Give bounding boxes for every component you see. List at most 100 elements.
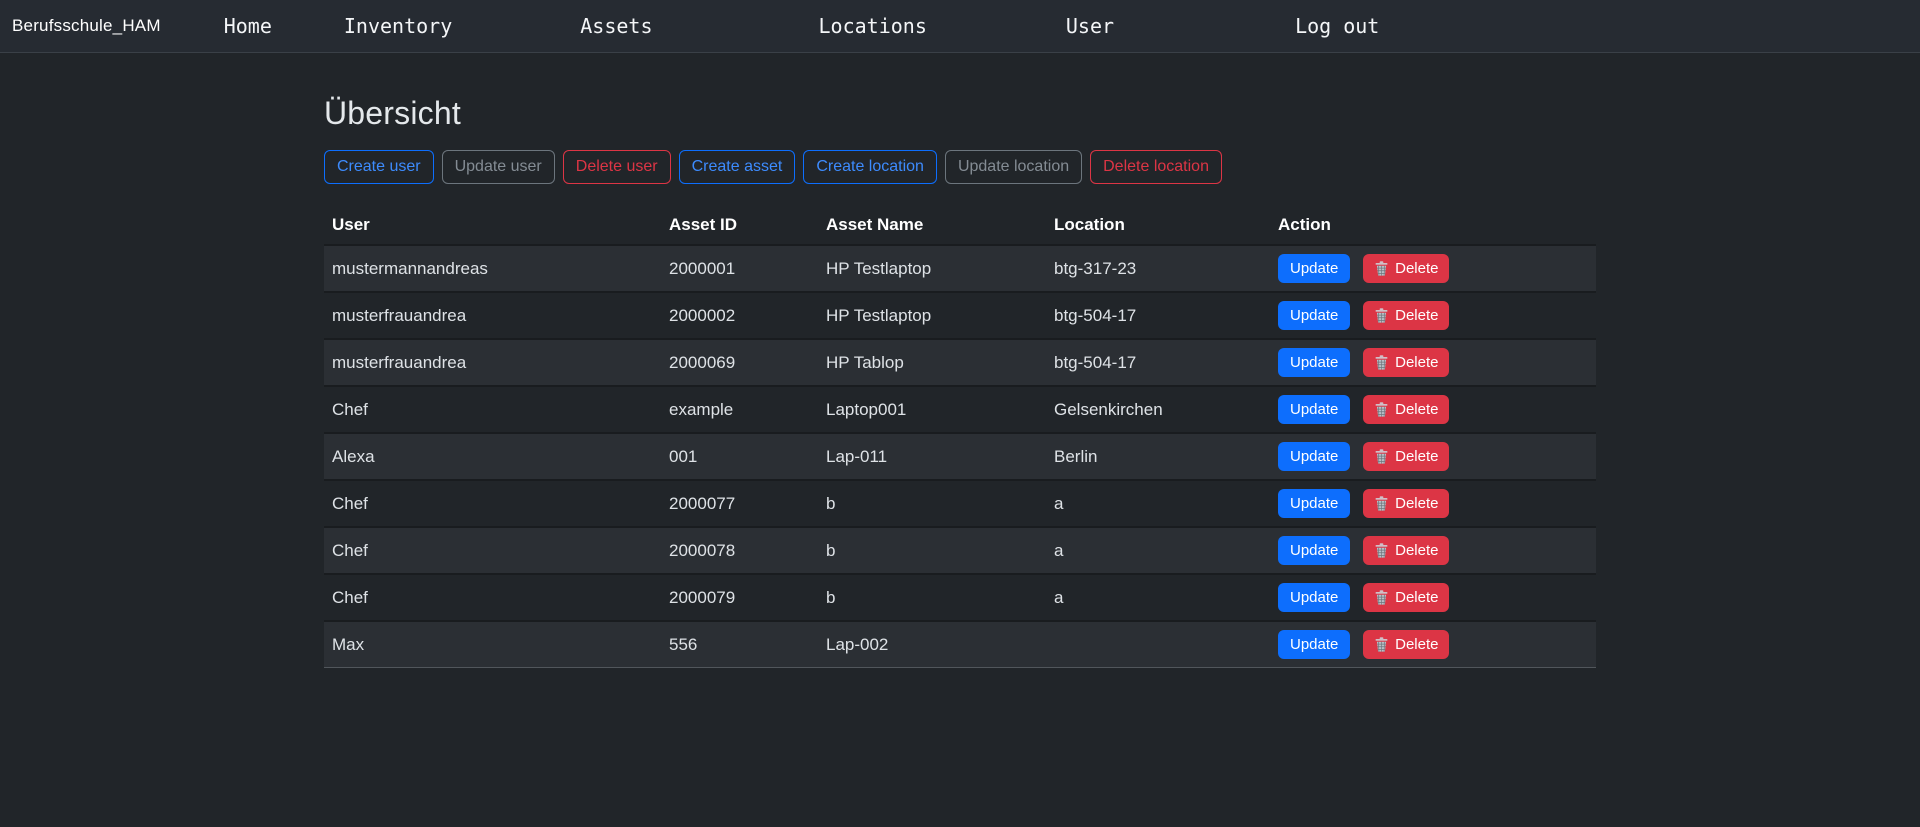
cell-location: btg-504-17 <box>1046 339 1270 386</box>
update-row-button[interactable]: Update <box>1278 348 1350 377</box>
page-title: Übersicht <box>324 95 1596 132</box>
trash-icon <box>1374 261 1389 276</box>
delete-location-button[interactable]: Delete location <box>1090 150 1222 184</box>
cell-location: a <box>1046 527 1270 574</box>
cell-location: Berlin <box>1046 433 1270 480</box>
header-asset-id: Asset ID <box>661 206 818 245</box>
cell-user: Chef <box>324 480 661 527</box>
cell-user: Chef <box>324 574 661 621</box>
cell-asset-id: 2000077 <box>661 480 818 527</box>
delete-row-button[interactable]: Delete <box>1363 536 1449 565</box>
table-row: Chef 2000077 b a Update Delete <box>324 480 1596 527</box>
nav-item-home[interactable]: Home <box>224 14 272 38</box>
nav-item-logout[interactable]: Log out <box>1295 14 1379 38</box>
cell-asset-id: 2000069 <box>661 339 818 386</box>
header-location: Location <box>1046 206 1270 245</box>
trash-icon <box>1374 637 1389 652</box>
update-row-button[interactable]: Update <box>1278 489 1350 518</box>
cell-action: Update Delete <box>1270 245 1596 292</box>
cell-location <box>1046 621 1270 668</box>
table-row: mustermannandreas 2000001 HP Testlaptop … <box>324 245 1596 292</box>
table-row: Chef 2000079 b a Update Delete <box>324 574 1596 621</box>
cell-action: Update Delete <box>1270 574 1596 621</box>
update-row-button[interactable]: Update <box>1278 442 1350 471</box>
update-location-button[interactable]: Update location <box>945 150 1082 184</box>
cell-user: Max <box>324 621 661 668</box>
nav-item-inventory[interactable]: Inventory <box>344 14 452 38</box>
cell-asset-id: 556 <box>661 621 818 668</box>
delete-row-button[interactable]: Delete <box>1363 442 1449 471</box>
header-action: Action <box>1270 206 1596 245</box>
cell-action: Update Delete <box>1270 527 1596 574</box>
update-row-button[interactable]: Update <box>1278 536 1350 565</box>
table-row: Chef example Laptop001 Gelsenkirchen Upd… <box>324 386 1596 433</box>
trash-icon <box>1374 355 1389 370</box>
delete-row-button[interactable]: Delete <box>1363 254 1449 283</box>
nav-item-locations[interactable]: Locations <box>819 14 927 38</box>
update-user-button[interactable]: Update user <box>442 150 555 184</box>
update-row-button[interactable]: Update <box>1278 630 1350 659</box>
cell-asset-name: Lap-011 <box>818 433 1046 480</box>
trash-icon <box>1374 543 1389 558</box>
cell-user: musterfrauandrea <box>324 292 661 339</box>
cell-action: Update Delete <box>1270 480 1596 527</box>
cell-action: Update Delete <box>1270 292 1596 339</box>
cell-asset-name: b <box>818 480 1046 527</box>
assets-overview-table: User Asset ID Asset Name Location Action… <box>324 206 1596 668</box>
delete-row-button[interactable]: Delete <box>1363 489 1449 518</box>
trash-icon <box>1374 449 1389 464</box>
delete-row-button[interactable]: Delete <box>1363 583 1449 612</box>
nav-item-user[interactable]: User <box>1066 14 1114 38</box>
table-row: Max 556 Lap-002 Update Delete <box>324 621 1596 668</box>
create-location-button[interactable]: Create location <box>803 150 937 184</box>
delete-row-button[interactable]: Delete <box>1363 301 1449 330</box>
delete-user-button[interactable]: Delete user <box>563 150 671 184</box>
cell-location: a <box>1046 574 1270 621</box>
update-row-button[interactable]: Update <box>1278 395 1350 424</box>
cell-asset-id: 2000079 <box>661 574 818 621</box>
cell-asset-name: HP Testlaptop <box>818 245 1046 292</box>
update-row-button[interactable]: Update <box>1278 301 1350 330</box>
table-row: musterfrauandrea 2000069 HP Tablop btg-5… <box>324 339 1596 386</box>
table-header-row: User Asset ID Asset Name Location Action <box>324 206 1596 245</box>
cell-asset-id: 001 <box>661 433 818 480</box>
nav-menu: Home Inventory Assets Locations User Log… <box>161 14 1380 38</box>
cell-user: Alexa <box>324 433 661 480</box>
delete-row-button[interactable]: Delete <box>1363 348 1449 377</box>
brand-link[interactable]: Berufsschule_HAM <box>12 16 161 36</box>
delete-row-button[interactable]: Delete <box>1363 630 1449 659</box>
table-row: Alexa 001 Lap-011 Berlin Update Delete <box>324 433 1596 480</box>
cell-asset-id: 2000078 <box>661 527 818 574</box>
trash-icon <box>1374 402 1389 417</box>
cell-asset-name: Lap-002 <box>818 621 1046 668</box>
nav-item-assets[interactable]: Assets <box>580 14 652 38</box>
top-navbar: Berufsschule_HAM Home Inventory Assets L… <box>0 0 1920 53</box>
cell-asset-id: example <box>661 386 818 433</box>
cell-user: musterfrauandrea <box>324 339 661 386</box>
cell-location: a <box>1046 480 1270 527</box>
create-user-button[interactable]: Create user <box>324 150 434 184</box>
cell-location: btg-317-23 <box>1046 245 1270 292</box>
cell-user: mustermannandreas <box>324 245 661 292</box>
cell-user: Chef <box>324 386 661 433</box>
crud-toolbar: Create user Update user Delete user Crea… <box>324 150 1596 184</box>
cell-asset-name: HP Testlaptop <box>818 292 1046 339</box>
cell-asset-id: 2000002 <box>661 292 818 339</box>
trash-icon <box>1374 496 1389 511</box>
cell-asset-name: b <box>818 574 1046 621</box>
table-row: Chef 2000078 b a Update Delete <box>324 527 1596 574</box>
header-user: User <box>324 206 661 245</box>
cell-location: btg-504-17 <box>1046 292 1270 339</box>
cell-asset-name: Laptop001 <box>818 386 1046 433</box>
cell-asset-name: b <box>818 527 1046 574</box>
cell-action: Update Delete <box>1270 433 1596 480</box>
update-row-button[interactable]: Update <box>1278 583 1350 612</box>
cell-location: Gelsenkirchen <box>1046 386 1270 433</box>
cell-action: Update Delete <box>1270 621 1596 668</box>
delete-row-button[interactable]: Delete <box>1363 395 1449 424</box>
cell-action: Update Delete <box>1270 339 1596 386</box>
table-row: musterfrauandrea 2000002 HP Testlaptop b… <box>324 292 1596 339</box>
update-row-button[interactable]: Update <box>1278 254 1350 283</box>
create-asset-button[interactable]: Create asset <box>679 150 796 184</box>
header-asset-name: Asset Name <box>818 206 1046 245</box>
